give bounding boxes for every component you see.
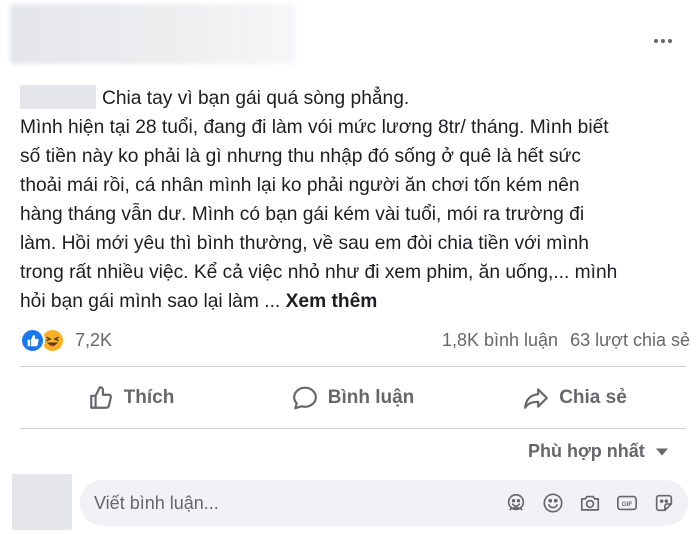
share-count-link[interactable]: 63 lượt chia sẻ bbox=[570, 330, 690, 351]
share-button[interactable]: Chia sẻ bbox=[464, 370, 686, 426]
like-label: Thích bbox=[123, 387, 175, 408]
like-button[interactable]: Thích bbox=[20, 370, 242, 426]
comment-box: GIF bbox=[80, 480, 688, 526]
post-line: số tiền này ko phải là gì nhưng thu nhập… bbox=[20, 146, 581, 167]
like-reaction-icon bbox=[20, 327, 45, 353]
redacted-block bbox=[20, 85, 96, 109]
comment-bubble-icon bbox=[292, 386, 317, 410]
avatar[interactable] bbox=[12, 474, 72, 530]
post-line: làm. Hồi mới yêu thì bình thường, về sau… bbox=[20, 233, 589, 254]
svg-text:GIF: GIF bbox=[622, 501, 633, 508]
sticker-icon[interactable] bbox=[652, 491, 676, 515]
post-title: Chia tay vì bạn gái quá sòng phẳng. bbox=[102, 88, 410, 109]
reactions-summary[interactable]: 7,2K bbox=[20, 327, 113, 353]
share-arrow-icon bbox=[524, 388, 549, 409]
post-content: Chia tay vì bạn gái quá sòng phẳng. Mình… bbox=[20, 84, 692, 316]
comment-input[interactable] bbox=[94, 480, 464, 526]
avatar-sticker-icon[interactable] bbox=[504, 491, 528, 515]
post-line: Mình hiện tại 28 tuổi, đang đi làm vói m… bbox=[20, 117, 609, 138]
post-line: trong rất nhiều việc. Kể cả việc nhỏ như… bbox=[20, 262, 618, 283]
comment-button[interactable]: Bình luận bbox=[242, 370, 464, 426]
thumbs-up-icon bbox=[89, 386, 112, 409]
more-options-button[interactable] bbox=[646, 30, 680, 52]
more-icon bbox=[654, 39, 658, 43]
divider bbox=[20, 366, 686, 367]
post-line: hỏi bạn gái mình sao lại làm ... bbox=[20, 291, 281, 312]
redacted-author-header bbox=[10, 4, 296, 64]
comment-tools: GIF bbox=[504, 491, 676, 515]
gif-icon[interactable]: GIF bbox=[615, 491, 639, 515]
more-icon-dot bbox=[661, 39, 665, 43]
share-label: Chia sẻ bbox=[559, 387, 627, 408]
comment-sort-dropdown[interactable]: Phù hợp nhất bbox=[528, 441, 669, 462]
divider bbox=[20, 428, 686, 429]
post-actions: Thích Bình luận Chia sẻ bbox=[20, 370, 686, 426]
engagement-counts: 1,8K bình luận 63 lượt chia sẻ bbox=[442, 330, 690, 351]
sort-label: Phù hợp nhất bbox=[528, 441, 645, 461]
post-line: hàng tháng vẫn dư. Mình có bạn gái kém v… bbox=[20, 204, 585, 225]
comment-count-link[interactable]: 1,8K bình luận bbox=[442, 330, 558, 351]
reaction-count: 7,2K bbox=[75, 329, 113, 350]
more-icon-dot bbox=[668, 39, 672, 43]
post-stats: 7,2K 1,8K bình luận 63 lượt chia sẻ bbox=[20, 326, 690, 354]
post-last-line: hỏi bạn gái mình sao lại làm ... Xem thê… bbox=[20, 287, 692, 316]
see-more-link[interactable]: Xem thêm bbox=[286, 291, 378, 312]
comment-label: Bình luận bbox=[327, 387, 415, 408]
post-title-line: Chia tay vì bạn gái quá sòng phẳng. bbox=[20, 84, 692, 113]
chevron-down-icon bbox=[655, 448, 668, 455]
camera-icon[interactable] bbox=[578, 491, 602, 515]
post-line: thoải mái rồi, cá nhân mình lại ko phải … bbox=[20, 175, 580, 196]
emoji-icon[interactable] bbox=[541, 491, 565, 515]
